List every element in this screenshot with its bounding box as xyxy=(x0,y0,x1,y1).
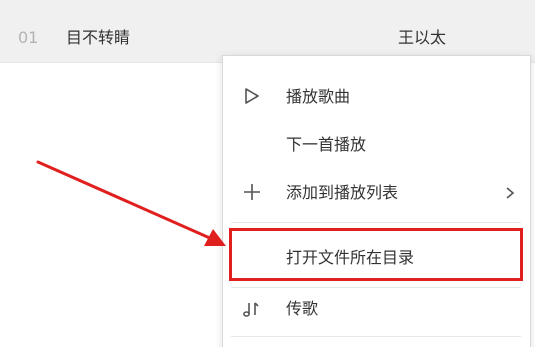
context-menu: 播放歌曲 下一首播放 添加到播放列表 打开文件所在目录 传歌 xyxy=(222,55,531,347)
music-transfer-icon xyxy=(241,297,265,321)
plus-icon xyxy=(241,181,265,205)
play-icon xyxy=(241,85,265,109)
menu-item-label: 传歌 xyxy=(286,299,319,318)
menu-item-label: 添加到播放列表 xyxy=(286,183,399,202)
menu-item-play-song[interactable]: 播放歌曲 xyxy=(223,74,530,120)
song-row[interactable]: 01 目不转睛 王以太 xyxy=(0,0,535,63)
annotation-highlight-box xyxy=(229,228,523,281)
menu-divider xyxy=(231,336,521,337)
song-index: 01 xyxy=(18,28,39,47)
chevron-right-icon xyxy=(503,183,517,203)
song-artist[interactable]: 王以太 xyxy=(398,28,446,48)
menu-divider xyxy=(231,222,521,223)
menu-item-add-to-playlist[interactable]: 添加到播放列表 xyxy=(223,170,530,216)
screenshot-stage: 01 目不转睛 王以太 播放歌曲 下一首播放 添加到播放列表 打开文件所在目录 … xyxy=(0,0,535,347)
menu-item-label: 下一首播放 xyxy=(286,135,367,154)
song-title: 目不转睛 xyxy=(66,28,131,47)
menu-item-label: 播放歌曲 xyxy=(286,87,351,106)
menu-item-transfer-song[interactable]: 传歌 xyxy=(223,286,530,332)
menu-item-play-next[interactable]: 下一首播放 xyxy=(223,122,530,168)
